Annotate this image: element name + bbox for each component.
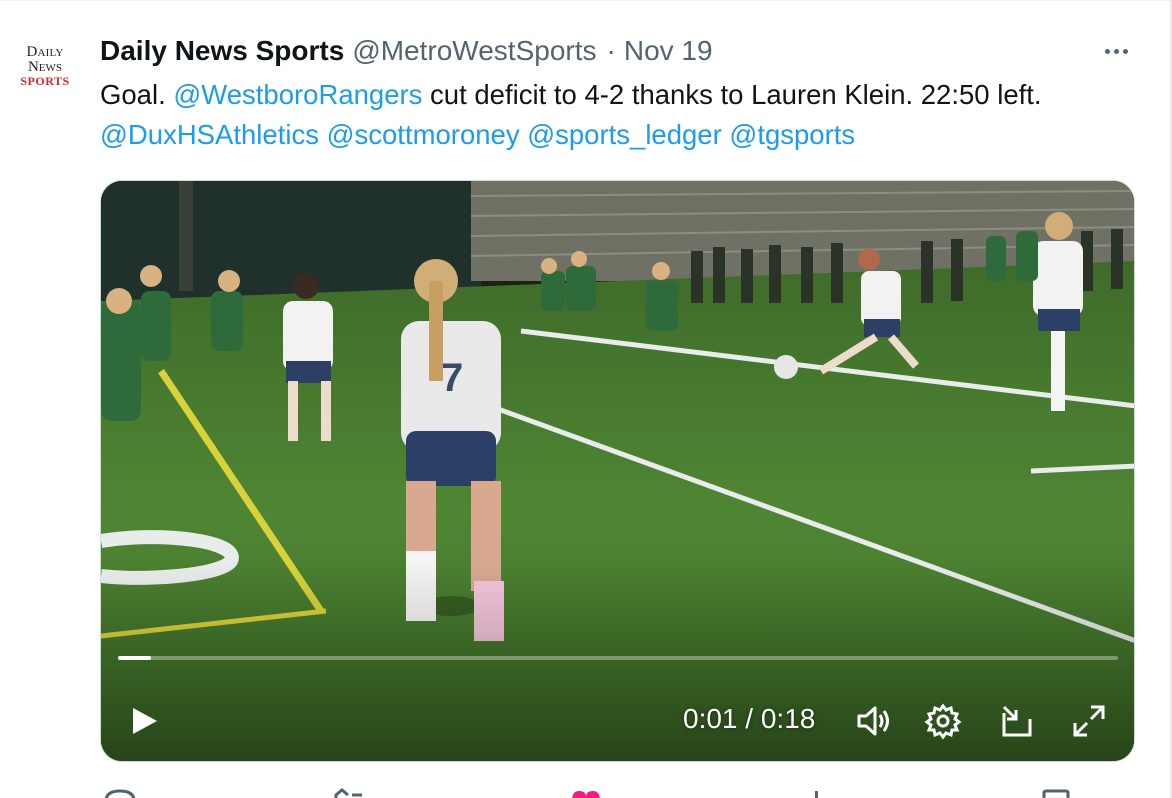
tweet-date[interactable]: Nov 19 [624, 35, 713, 67]
separator-dot: · [606, 35, 616, 66]
tweet-header: Daily News Sports @MetroWestSports · Nov… [100, 33, 713, 69]
tweet-text-segment: Goal. [100, 79, 174, 110]
user-handle[interactable]: @MetroWestSports [352, 35, 596, 67]
mention-link[interactable]: @WestboroRangers [173, 79, 422, 110]
play-icon[interactable] [123, 701, 163, 741]
avatar-line-2: News [27, 59, 63, 75]
mention-link[interactable]: @sports_ledger [527, 119, 722, 150]
settings-gear-icon[interactable] [923, 701, 963, 741]
volume-icon[interactable] [853, 701, 893, 741]
current-time: 0:01 [683, 703, 738, 734]
avatar[interactable]: Daily News SPORTS [10, 41, 80, 101]
video-controls: 0:01 / 0:18 [101, 689, 1134, 749]
video-player[interactable]: 7 0:01 / 0:18 [100, 180, 1135, 762]
like-icon[interactable] [568, 787, 604, 798]
tweet-card[interactable]: Daily News SPORTS Daily News Sports @Met… [0, 0, 1172, 798]
video-progress-fill [118, 656, 151, 660]
avatar-line-3: SPORTS [20, 74, 70, 88]
mention-link[interactable]: @tgsports [729, 119, 855, 150]
avatar-line-1: Daily [26, 44, 64, 60]
display-name[interactable]: Daily News Sports [100, 35, 344, 67]
tweet-text: Goal. @WestboroRangers cut deficit to 4-… [100, 75, 1120, 155]
time-separator: / [745, 703, 761, 734]
tweet-text-segment [319, 119, 327, 150]
views-icon[interactable] [812, 787, 822, 798]
more-options-icon[interactable] [1098, 39, 1134, 63]
mention-link[interactable]: @scottmoroney [327, 119, 520, 150]
reply-icon[interactable] [102, 787, 138, 798]
tweet-actions [100, 787, 1135, 798]
bookmark-icon[interactable] [1038, 787, 1074, 798]
video-frame[interactable]: 7 [101, 181, 1135, 762]
mention-link[interactable]: @DuxHSAthletics [100, 119, 319, 150]
svg-text:7: 7 [441, 356, 463, 400]
video-progress-track[interactable] [118, 656, 1118, 660]
fullscreen-icon[interactable] [1069, 701, 1109, 741]
video-time-display: 0:01 / 0:18 [683, 703, 815, 735]
pop-out-icon[interactable] [998, 701, 1038, 741]
tweet-text-segment: cut deficit to 4-2 thanks to Lauren Klei… [422, 79, 1042, 110]
retweet-icon[interactable] [332, 787, 368, 798]
duration: 0:18 [760, 703, 816, 734]
